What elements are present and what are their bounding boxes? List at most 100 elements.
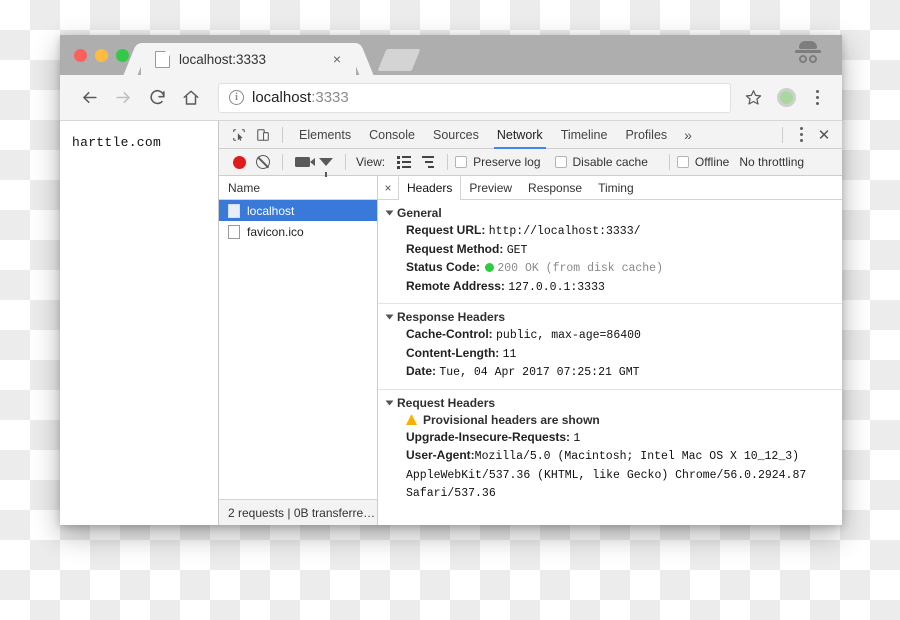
capture-screenshots-icon[interactable] bbox=[290, 150, 315, 174]
tab-title: localhost:3333 bbox=[179, 51, 267, 67]
column-header-name[interactable]: Name bbox=[219, 176, 377, 200]
clear-button[interactable] bbox=[251, 150, 275, 174]
view-label: View: bbox=[356, 155, 386, 169]
new-tab-button[interactable] bbox=[377, 49, 421, 71]
incognito-brim bbox=[795, 50, 821, 53]
user-agent-row: User-Agent:Mozilla/5.0 (Macintosh; Intel… bbox=[378, 447, 842, 503]
request-list-pane: Name localhost favicon.ico 2 requests | … bbox=[219, 176, 378, 525]
home-icon[interactable] bbox=[176, 83, 206, 113]
status-code-value: 200 OK (from disk cache) bbox=[497, 262, 663, 275]
header-key: Content-Length: bbox=[406, 345, 500, 360]
section-title: General bbox=[397, 206, 442, 220]
header-row: Date: Tue, 04 Apr 2017 07:25:21 GMT bbox=[378, 363, 842, 382]
waterfall-view-icon[interactable] bbox=[416, 150, 440, 174]
throttling-selector[interactable]: No throttling bbox=[739, 155, 804, 169]
checkbox-box[interactable] bbox=[455, 156, 468, 168]
header-key: Cache-Control: bbox=[406, 327, 493, 341]
inspect-element-icon[interactable] bbox=[227, 123, 251, 147]
section-title: Request Headers bbox=[397, 395, 496, 410]
address-bar[interactable]: i localhost:3333 bbox=[218, 82, 731, 113]
header-row: Cache-Control: public, max-age=86400 bbox=[378, 326, 842, 345]
disable-cache-checkbox[interactable]: Disable cache bbox=[554, 155, 648, 169]
tab-console[interactable]: Console bbox=[360, 121, 424, 149]
tab-headers[interactable]: Headers bbox=[398, 176, 462, 200]
tab-preview[interactable]: Preview bbox=[461, 176, 520, 199]
tab-network[interactable]: Network bbox=[488, 121, 552, 149]
section-response-headers: Response Headers Cache-Control: public, … bbox=[378, 304, 842, 390]
bookmark-star-icon[interactable] bbox=[739, 84, 767, 112]
provisional-headers-warning: Provisional headers are shown bbox=[378, 412, 842, 429]
device-toolbar-icon[interactable] bbox=[251, 123, 275, 147]
site-info-icon[interactable]: i bbox=[229, 90, 244, 105]
tab-strip: localhost:3333 × bbox=[60, 35, 842, 75]
chevron-down-icon[interactable] bbox=[385, 400, 394, 405]
section-header[interactable]: Request Headers bbox=[378, 396, 842, 410]
close-icon[interactable]: × bbox=[328, 50, 346, 68]
tab-response[interactable]: Response bbox=[520, 176, 590, 199]
chevron-down-icon[interactable] bbox=[385, 210, 394, 216]
header-row: Request URL: http://localhost:3333/ bbox=[378, 222, 842, 241]
close-detail-icon[interactable]: × bbox=[378, 176, 398, 199]
page-icon bbox=[155, 50, 170, 68]
section-general: General Request URL: http://localhost:33… bbox=[378, 200, 842, 304]
content-area: harttle.com Elements Console Sources Net… bbox=[60, 121, 842, 525]
request-detail-pane: × Headers Preview Response Timing Genera… bbox=[378, 176, 842, 525]
table-row[interactable]: favicon.ico bbox=[219, 221, 377, 242]
close-window-button[interactable] bbox=[74, 48, 87, 62]
tab-elements[interactable]: Elements bbox=[290, 121, 360, 149]
filter-icon[interactable] bbox=[314, 150, 338, 177]
header-value: 11 bbox=[502, 347, 517, 361]
devtools-toolbar: Elements Console Sources Network Timelin… bbox=[219, 121, 842, 149]
minimize-window-button[interactable] bbox=[95, 48, 108, 62]
reload-icon[interactable] bbox=[142, 83, 172, 113]
address-host: localhost bbox=[252, 89, 312, 106]
address-port: :3333 bbox=[311, 89, 349, 106]
more-tabs-icon[interactable]: » bbox=[676, 127, 700, 143]
tab-timing[interactable]: Timing bbox=[590, 176, 642, 199]
warning-text: Provisional headers are shown bbox=[423, 412, 600, 427]
network-controls-bar: View: Preserve log Disable cache Offline… bbox=[219, 149, 842, 177]
maximize-window-button[interactable] bbox=[116, 48, 129, 62]
section-header[interactable]: Response Headers bbox=[378, 310, 842, 324]
request-name: favicon.ico bbox=[247, 224, 304, 239]
forward-icon[interactable] bbox=[108, 83, 138, 113]
header-value: GET bbox=[506, 243, 528, 257]
back-icon[interactable] bbox=[74, 83, 104, 113]
browser-tab-localhost[interactable]: localhost:3333 × bbox=[141, 43, 356, 75]
tab-profiles[interactable]: Profiles bbox=[616, 121, 676, 149]
request-rows: localhost favicon.ico bbox=[219, 200, 377, 499]
checkbox-box[interactable] bbox=[554, 156, 567, 168]
table-row[interactable]: localhost bbox=[219, 200, 377, 221]
section-header[interactable]: General bbox=[378, 206, 842, 220]
devtools-menu-icon[interactable] bbox=[790, 121, 812, 149]
divider bbox=[782, 126, 783, 143]
header-row: Request Method: GET bbox=[378, 241, 842, 260]
offline-checkbox[interactable]: Offline bbox=[676, 155, 729, 169]
close-devtools-icon[interactable]: ✕ bbox=[812, 123, 836, 147]
header-key: User-Agent: bbox=[406, 448, 475, 462]
header-row: Upgrade-Insecure-Requests: 1 bbox=[378, 429, 842, 448]
checkbox-box[interactable] bbox=[676, 156, 689, 168]
divider bbox=[282, 126, 283, 143]
header-row: Status Code: 200 OK (from disk cache) bbox=[378, 259, 842, 278]
section-title: Response Headers bbox=[397, 310, 506, 324]
chevron-down-icon[interactable] bbox=[385, 314, 394, 320]
header-key: Request URL: bbox=[406, 223, 486, 237]
tab-sources[interactable]: Sources bbox=[424, 121, 488, 149]
header-key: Date: bbox=[406, 364, 437, 378]
devtools-tabs: Elements Console Sources Network Timelin… bbox=[290, 121, 700, 149]
avatar[interactable] bbox=[777, 88, 796, 107]
browser-window: localhost:3333 × i localhost:3333 harttl… bbox=[60, 35, 842, 525]
devtools-toolbar-right: ✕ bbox=[775, 121, 836, 149]
tab-timeline[interactable]: Timeline bbox=[552, 121, 617, 149]
divider bbox=[282, 154, 283, 170]
address-bar-url: localhost:3333 bbox=[252, 89, 349, 106]
header-row: Remote Address: 127.0.0.1:3333 bbox=[378, 278, 842, 297]
warning-icon bbox=[406, 415, 417, 425]
record-button[interactable] bbox=[227, 150, 251, 174]
section-request-headers: Request Headers Provisional headers are … bbox=[378, 390, 842, 510]
browser-menu-icon[interactable] bbox=[806, 84, 828, 112]
status-bar: 2 requests | 0B transferre… bbox=[219, 499, 377, 525]
preserve-log-checkbox[interactable]: Preserve log bbox=[455, 155, 541, 169]
list-view-icon[interactable] bbox=[392, 150, 416, 174]
